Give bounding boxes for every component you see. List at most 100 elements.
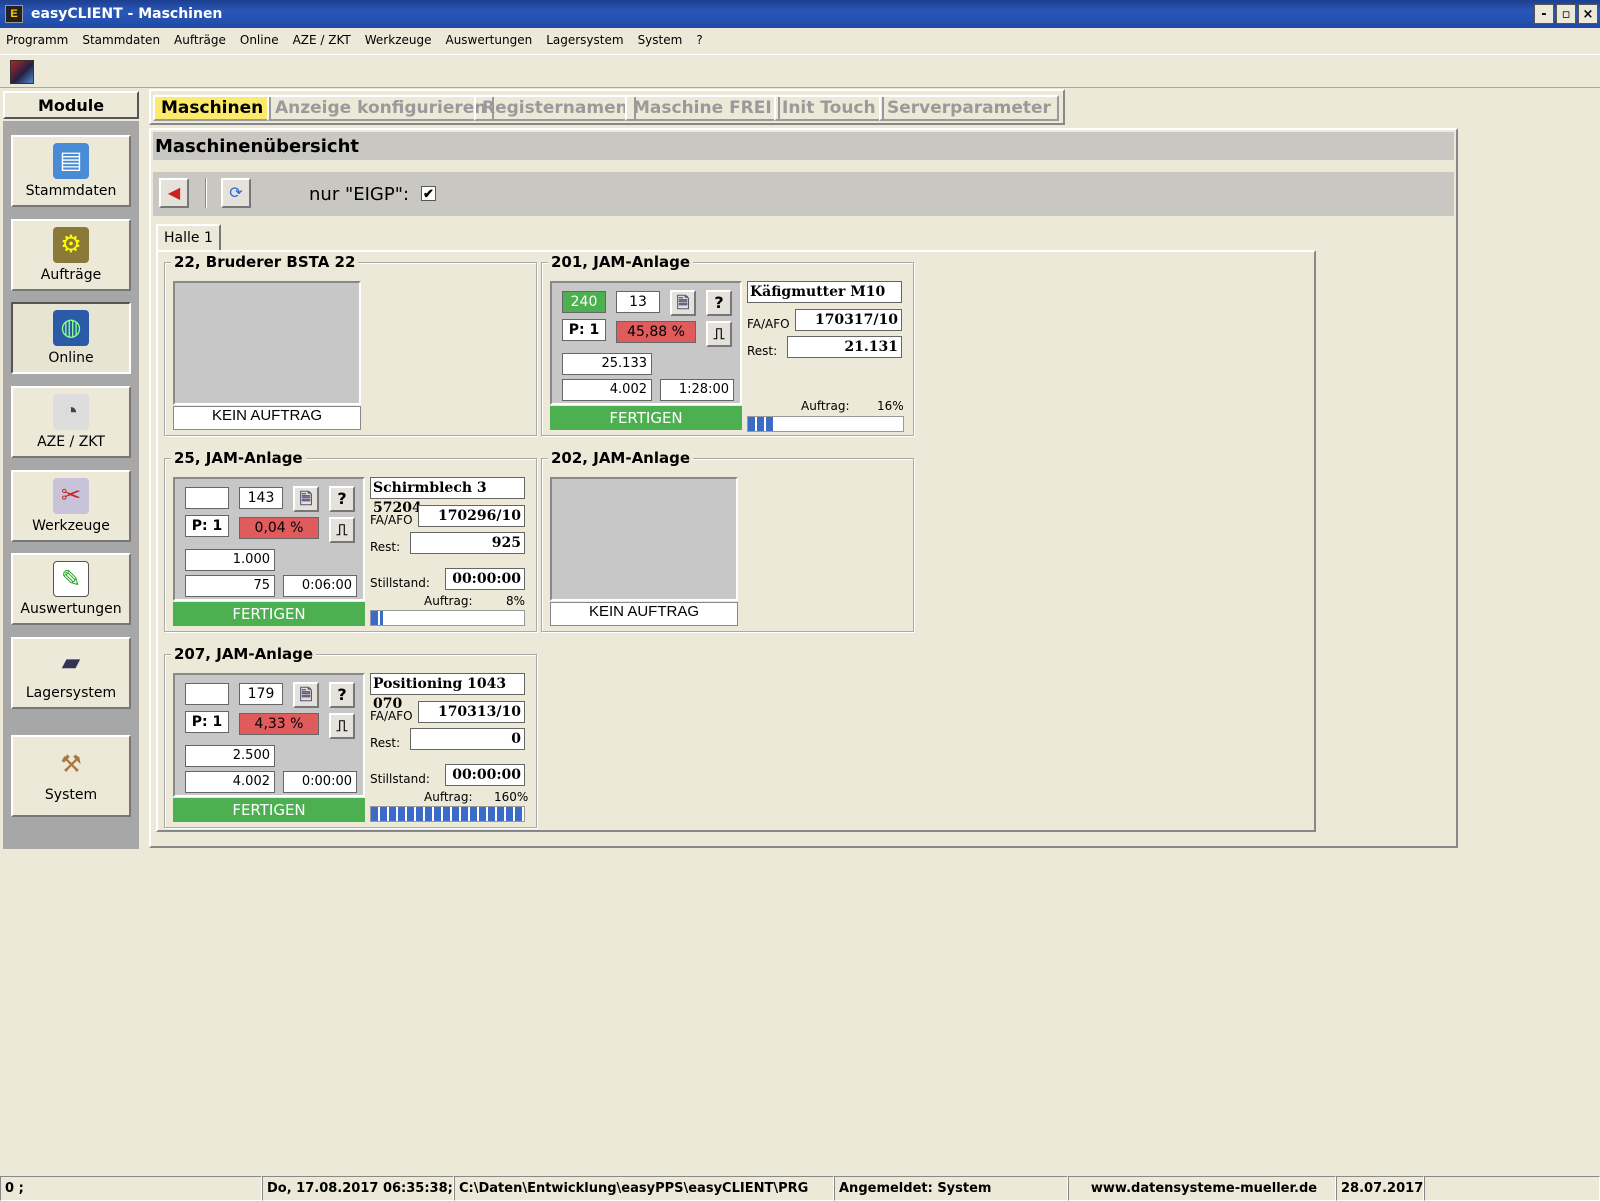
menu-aze-zkt[interactable]: AZE / ZKT [293, 33, 351, 47]
tab-init-touch[interactable]: Init Touch [774, 95, 884, 121]
menu-auftraege[interactable]: Aufträge [174, 33, 226, 47]
module-label: AZE / ZKT [37, 434, 105, 450]
module-label: Werkzeuge [32, 518, 110, 534]
help-button[interactable]: ? [329, 682, 355, 708]
rest-field: 0 [410, 728, 525, 750]
machine-title: 22, Bruderer BSTA 22 [171, 253, 359, 271]
machine-group-22: 22, Bruderer BSTA 22 KEIN AUFTRAG [164, 253, 537, 436]
machine-group-25: 25, JAM-Anlage 143 🗎 ? P: 1 0,04 % ⎍ 1.0… [164, 449, 537, 632]
module-stammdaten[interactable]: ▤ Stammdaten [11, 135, 131, 207]
value-field: 2.500 [185, 745, 275, 767]
module-label: Aufträge [40, 267, 102, 283]
progress-bar [747, 416, 904, 432]
status-label: KEIN AUFTRAG [173, 406, 361, 430]
signal-icon[interactable]: ⎍ [329, 517, 355, 543]
document-icon[interactable]: 🗎 [670, 290, 696, 316]
status-user: Angemeldet: System [834, 1176, 1068, 1201]
signal-icon[interactable]: ⎍ [706, 321, 732, 347]
menu-online[interactable]: Online [240, 33, 279, 47]
tab-serverparameter[interactable]: Serverparameter [879, 95, 1059, 121]
filter-label: nur "EIGP": [309, 184, 410, 205]
tab-maschinen[interactable]: Maschinen [153, 95, 272, 121]
fertigen-button[interactable]: FERTIGEN [173, 798, 365, 822]
count-field [185, 683, 229, 705]
document-icon[interactable]: 🗎 [293, 486, 319, 512]
fa-label: FA/AFO [370, 513, 413, 527]
p-field: P: 1 [185, 711, 229, 733]
value-field: 4.002 [562, 379, 652, 401]
tools-icon: ✂ [53, 478, 89, 514]
help-button[interactable]: ? [706, 290, 732, 316]
status-version-date: 28.07.2017 [1336, 1176, 1424, 1201]
status-datetime: Do, 17.08.2017 06:35:38;18 [262, 1176, 454, 1201]
exit-icon[interactable]: ◀ [159, 178, 189, 208]
fertigen-button[interactable]: FERTIGEN [550, 406, 742, 430]
menu-system[interactable]: System [638, 33, 683, 47]
machine-group-202: 202, JAM-Anlage KEIN AUFTRAG [541, 449, 914, 632]
page-title: Maschinenübersicht [153, 132, 1454, 160]
menu-werkzeuge[interactable]: Werkzeuge [365, 33, 432, 47]
menu-programm[interactable]: Programm [6, 33, 68, 47]
help-button[interactable]: ? [329, 486, 355, 512]
count-field [185, 487, 229, 509]
main-panel: Maschinenübersicht ◀ ⟳ nur "EIGP": ✔ Hal… [149, 128, 1458, 848]
toolbar-separator [205, 178, 207, 208]
refresh-icon[interactable]: ⟳ [221, 178, 251, 208]
fa-label: FA/AFO [370, 709, 413, 723]
order-info: Positioning 1043 070 FA/AFO 170313/10 Re… [370, 673, 528, 823]
menu-help[interactable]: ? [696, 33, 702, 47]
rest-field: 925 [410, 532, 525, 554]
machine-control: 143 🗎 ? P: 1 0,04 % ⎍ 1.000 75 0:06:00 [173, 477, 365, 601]
fa-label: FA/AFO [747, 317, 790, 331]
article-field: Positioning 1043 070 [370, 673, 525, 712]
time-field: 0:06:00 [283, 575, 357, 597]
auftrag-percent: 8% [506, 594, 526, 608]
value-field: 1.000 [185, 549, 275, 571]
toolbar-app-icon[interactable] [10, 60, 34, 84]
percent-field: 45,88 % [616, 321, 696, 343]
signal-icon[interactable]: ⎍ [329, 713, 355, 739]
eigp-checkbox[interactable]: ✔ [421, 186, 436, 201]
tab-halle-1[interactable]: Halle 1 [156, 224, 221, 252]
status-label: KEIN AUFTRAG [550, 602, 738, 626]
module-werkzeuge[interactable]: ✂ Werkzeuge [11, 470, 131, 542]
module-auswertungen[interactable]: ✎ Auswertungen [11, 553, 131, 625]
value-field: 75 [185, 575, 275, 597]
stillstand-label: Stillstand: [370, 772, 430, 786]
status-count: 0 ; [0, 1176, 262, 1201]
fertigen-button[interactable]: FERTIGEN [173, 602, 365, 626]
module-label: System [44, 787, 98, 803]
document-icon[interactable]: 🗎 [293, 682, 319, 708]
count-field: 179 [239, 683, 283, 705]
menu-lagersystem[interactable]: Lagersystem [546, 33, 623, 47]
module-aze-zkt[interactable]: ◔ AZE / ZKT [11, 386, 131, 458]
online-icon: ◍ [53, 310, 89, 346]
menu-stammdaten[interactable]: Stammdaten [82, 33, 160, 47]
count-field: 13 [616, 291, 660, 313]
menu-bar: Programm Stammdaten Aufträge Online AZE … [0, 28, 1600, 52]
app-icon[interactable]: E [5, 5, 23, 23]
toolbar [0, 54, 1600, 88]
article-field: Käfigmutter M10 [747, 281, 902, 303]
restore-button[interactable]: ▫ [1556, 4, 1576, 24]
auftrag-percent: 16% [877, 399, 904, 413]
tab-registernamen[interactable]: Registernamen [474, 95, 636, 121]
module-label: Lagersystem [25, 685, 117, 701]
module-auftraege[interactable]: ⚙ Aufträge [11, 219, 131, 291]
window-title: easyCLIENT - Maschinen [31, 6, 223, 22]
machine-title: 25, JAM-Anlage [171, 449, 306, 467]
module-lagersystem[interactable]: ▰ Lagersystem [11, 637, 131, 709]
module-system[interactable]: ⚒ System [11, 735, 131, 817]
module-online[interactable]: ◍ Online [11, 302, 131, 374]
value-field: 4.002 [185, 771, 275, 793]
tab-maschine-frei[interactable]: Maschine FREI [625, 95, 780, 121]
close-button[interactable]: × [1578, 4, 1598, 24]
machine-control: 240 13 🗎 ? P: 1 45,88 % ⎍ 25.133 4.002 1… [550, 281, 742, 405]
minimize-button[interactable]: - [1534, 4, 1554, 24]
order-info: Käfigmutter M10 FA/AFO 170317/10 Rest: 2… [747, 281, 905, 432]
status-website: www.datensysteme-mueller.de [1068, 1176, 1336, 1201]
module-label: Auswertungen [20, 601, 122, 617]
hall-area: 22, Bruderer BSTA 22 KEIN AUFTRAG 201, J… [156, 250, 1316, 832]
menu-auswertungen[interactable]: Auswertungen [445, 33, 532, 47]
tab-anzeige-konfigurieren[interactable]: Anzeige konfigurieren [267, 95, 495, 121]
